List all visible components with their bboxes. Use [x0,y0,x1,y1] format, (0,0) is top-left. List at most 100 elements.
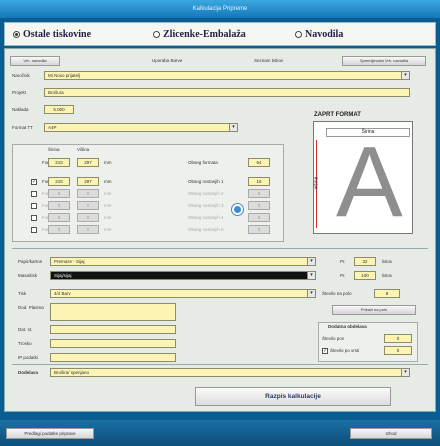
chevron-down-icon[interactable]: ▾ [401,72,409,79]
instructions-button[interactable]: Vrh. navodila [10,56,60,66]
count-row-label: Število po vrsti [330,348,360,353]
count-row-input[interactable]: 0 [384,346,412,355]
page-count-label: Obseg notranjih 2 [188,191,224,196]
page-count-label: Obseg notranjih 5 [188,227,224,232]
finishing-select[interactable]: Brošira/ spenjano ▾ [50,368,410,377]
cost-input[interactable] [50,339,176,348]
unit-label: mm [104,191,112,196]
dim2-input[interactable]: 100 [354,271,376,280]
calculate-button[interactable]: Razpis kalkulacije [195,387,391,406]
page-count-input[interactable]: 64 [248,158,270,167]
ip-data-label: IP podatki [18,355,38,360]
window-title: Kalkulacija Pripreme [192,6,248,12]
format-width-input[interactable]: 0 [48,225,70,234]
cost-label: Trosko [18,341,32,346]
extra-plasma-input[interactable] [50,303,176,321]
radio-zlicenke-embalaza[interactable]: Zlicenke-Embalaža [153,29,246,40]
format-row-checkbox[interactable]: ✓ [31,179,37,185]
extra-plasma-label: Dod. Plasma [18,305,44,310]
format-width-input[interactable]: 210 [48,177,70,186]
window-titlebar: Kalkulacija Pripreme [0,0,440,18]
section-divider [12,364,428,365]
coating-select[interactable]: Sijaj/sijaj ▾ [50,271,316,280]
client-select[interactable]: Mi Novo prijatelj ▾ [44,71,410,80]
radio-ostale-tiskovine[interactable]: Ostale tiskovine [13,29,91,40]
page-count-input[interactable]: 16 [248,177,270,186]
page-count-input[interactable]: 0 [248,189,270,198]
section-divider [12,248,428,249]
chevron-down-icon[interactable]: ▾ [307,258,315,265]
dim1-label: Pr. [340,259,346,264]
chevron-down-icon[interactable]: ▾ [307,290,315,297]
radio-label: Zlicenke-Embalaža [163,29,246,40]
format-height-input[interactable]: 0 [77,189,99,198]
paper-value: Premaze - Sijaj [54,259,85,264]
sheet-count-label: Število na polo [322,291,352,296]
format-width-input[interactable]: 210 [48,158,70,167]
count-pos-input[interactable]: 0 [384,334,412,343]
format-row-checkbox[interactable] [31,215,37,221]
paper-select[interactable]: Premaze - Sijaj ▾ [50,257,316,266]
ip-data-input[interactable] [50,353,176,362]
format-height-input[interactable]: 0 [77,225,99,234]
follow-instructions-button[interactable]: Spremljevalni Vrh. navodila [342,56,426,66]
page-count-input[interactable]: 0 [248,201,270,210]
radio-label: Navodila [305,29,344,40]
print-value: 4/4 Barv [54,291,71,296]
additional-processing-title: Dodatna obdelava [328,324,367,329]
chevron-down-icon[interactable]: ▾ [401,369,409,376]
print-select[interactable]: 4/4 Barv ▾ [50,289,316,298]
radio-navodila[interactable]: Navodila [295,29,343,40]
radio-label: Ostale tiskovine [23,29,92,40]
page-count-input[interactable]: 0 [248,225,270,234]
chevron-down-icon[interactable]: ▾ [307,272,315,279]
format-select[interactable]: A4P ▾ [44,123,238,132]
height-column-header: Višina [77,147,90,152]
format-height-input[interactable]: 0 [77,213,99,222]
radio-dot-icon [153,31,160,38]
product-type-radio-group: Ostale tiskovine Zlicenke-Embalaža Navod… [4,22,436,46]
chevron-down-icon[interactable]: ▾ [229,124,237,131]
format-width-input[interactable]: 0 [48,213,70,222]
exit-button[interactable]: Izhod [350,428,432,439]
client-value: Mi Novo prijatelj [48,73,81,78]
page-count-label: Obseg formata [188,160,218,165]
propose-data-button[interactable]: Predlagi podatke priprave [6,428,94,439]
preview-title: ZAPRT FORMAT [314,112,361,118]
radio-dot-icon [13,31,20,38]
format-row-checkbox[interactable] [31,191,37,197]
project-input[interactable]: Brošura [44,88,410,97]
show-on-sheet-button[interactable]: Prikaži na polo [332,305,416,315]
project-label: Projekt [12,90,27,95]
coating-value: Sijaj/sijaj [54,273,72,278]
date-input[interactable] [50,325,176,334]
print-list-link[interactable]: Seznam tiskov [254,58,283,63]
print-label: Tisk [18,291,27,296]
count-pos-label: Število pos [322,336,345,341]
page-count-input[interactable]: 0 [248,213,270,222]
count-row-checkbox[interactable]: ✓ [322,348,328,354]
format-row-checkbox[interactable] [31,227,37,233]
date-label: Dat. st. [18,327,33,332]
format-height-input[interactable]: 297 [77,177,99,186]
unit-label: mm [104,160,112,165]
sheet-count-input[interactable]: 8 [374,289,400,298]
quantity-input[interactable]: 5.000 [44,105,74,114]
format-label: Format TT [12,125,33,130]
color-usage-link[interactable]: Uporaba Barve [152,58,182,63]
format-row-checkbox[interactable] [31,203,37,209]
format-value: A4P [48,125,57,130]
window-footer: Predlagi podatke priprave Izhod [0,420,440,446]
preview-height-label: višina [313,176,320,190]
unit-label: mm [104,203,112,208]
format-width-input[interactable]: 0 [48,201,70,210]
dim2-unit: listov [382,273,393,278]
format-width-input[interactable]: 0 [48,189,70,198]
dim2-label: Pr. [340,273,346,278]
finishing-label: Dodelava [18,370,39,375]
format-letter-preview: A [336,126,403,238]
format-height-input[interactable]: 0 [77,201,99,210]
finishing-value: Brošira/ spenjano [54,370,90,375]
dim1-input[interactable]: 32 [354,257,376,266]
format-height-input[interactable]: 297 [77,158,99,167]
